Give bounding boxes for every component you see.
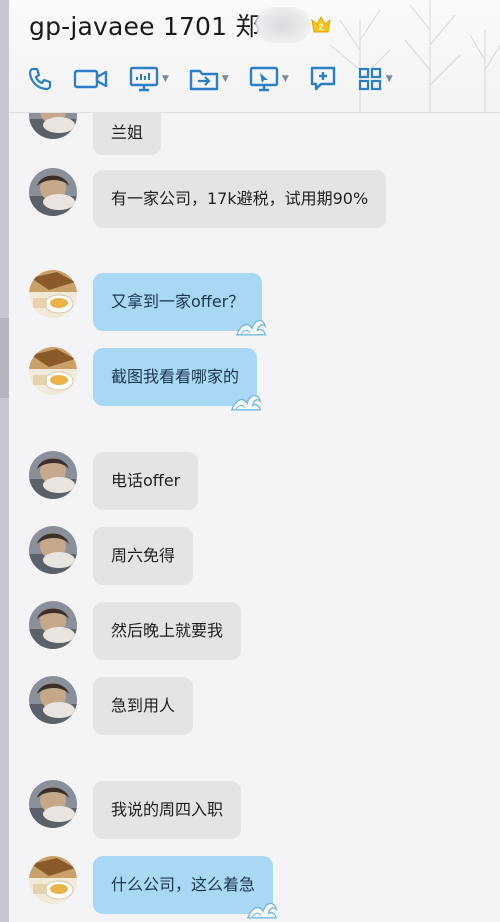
blurred-name [254,7,311,43]
rail-handle[interactable] [0,318,9,398]
avatar[interactable] [29,113,77,139]
avatar[interactable] [29,347,77,395]
message-bubble: 又拿到一家offer？ [93,273,262,331]
chat-header: gp-javaee 1701 郑 2 ▼ ▼ ▼ ▼ [9,0,500,113]
left-rail [0,0,9,922]
apps-grid-icon [358,67,381,91]
avatar[interactable] [29,168,77,216]
avatar[interactable] [29,451,77,499]
toolbar: ▼ ▼ ▼ ▼ [27,62,413,96]
message-bubble: 有一家公司，17k避税，试用期90% [93,170,387,228]
message-bubble: 周六免得 [93,527,194,585]
screen-share-button[interactable]: ▼ [129,65,169,93]
message-bubble: 我说的周四入职 [93,781,242,839]
message-bubble: 然后晚上就要我 [93,602,242,660]
video-icon [73,69,108,89]
screen-share-icon [129,66,159,92]
chat-title: gp-javaee 1701 郑 [29,12,261,41]
avatar[interactable] [29,780,77,828]
remote-desktop-icon [249,66,279,92]
voice-call-button[interactable] [27,66,53,92]
message-bubble: 什么公司，这么着急 [93,856,273,914]
chevron-down-icon[interactable]: ▼ [386,74,393,84]
avatar[interactable] [29,270,77,318]
message-text: 截图我看看哪家的 [111,367,240,386]
message-text: 又拿到一家offer？ [111,292,245,311]
file-transfer-button[interactable]: ▼ [189,66,229,92]
wave-decoration-icon [229,388,263,412]
chevron-down-icon[interactable]: ▼ [222,74,229,84]
message-bubble: 兰姐 [93,113,162,155]
add-app-button[interactable] [309,65,337,93]
message-bubble: 电话offer [93,452,199,510]
phone-icon [28,67,52,91]
add-app-icon [310,66,335,91]
wave-decoration-icon [234,313,268,337]
message-bubble: 急到用人 [93,677,194,735]
avatar[interactable] [29,856,77,904]
avatar[interactable] [29,676,77,724]
message-bubble: 截图我看看哪家的 [93,348,257,406]
chevron-down-icon[interactable]: ▼ [162,74,169,84]
avatar[interactable] [29,601,77,649]
svg-text:2: 2 [318,22,323,32]
file-transfer-icon [189,69,219,91]
remote-desktop-button[interactable]: ▼ [249,65,289,93]
apps-grid-button[interactable]: ▼ [357,66,393,92]
video-call-button[interactable] [73,66,109,92]
avatar[interactable] [29,526,77,574]
message-text: 什么公司，这么着急 [111,875,256,894]
wave-decoration-icon [245,896,279,920]
message-list[interactable]: 兰姐 有一家公司，17k避税，试用期90% 又拿到一家offer？ 截图我看看哪… [9,113,500,922]
crown-badge-icon: 2 [310,15,331,33]
chevron-down-icon[interactable]: ▼ [282,74,289,84]
